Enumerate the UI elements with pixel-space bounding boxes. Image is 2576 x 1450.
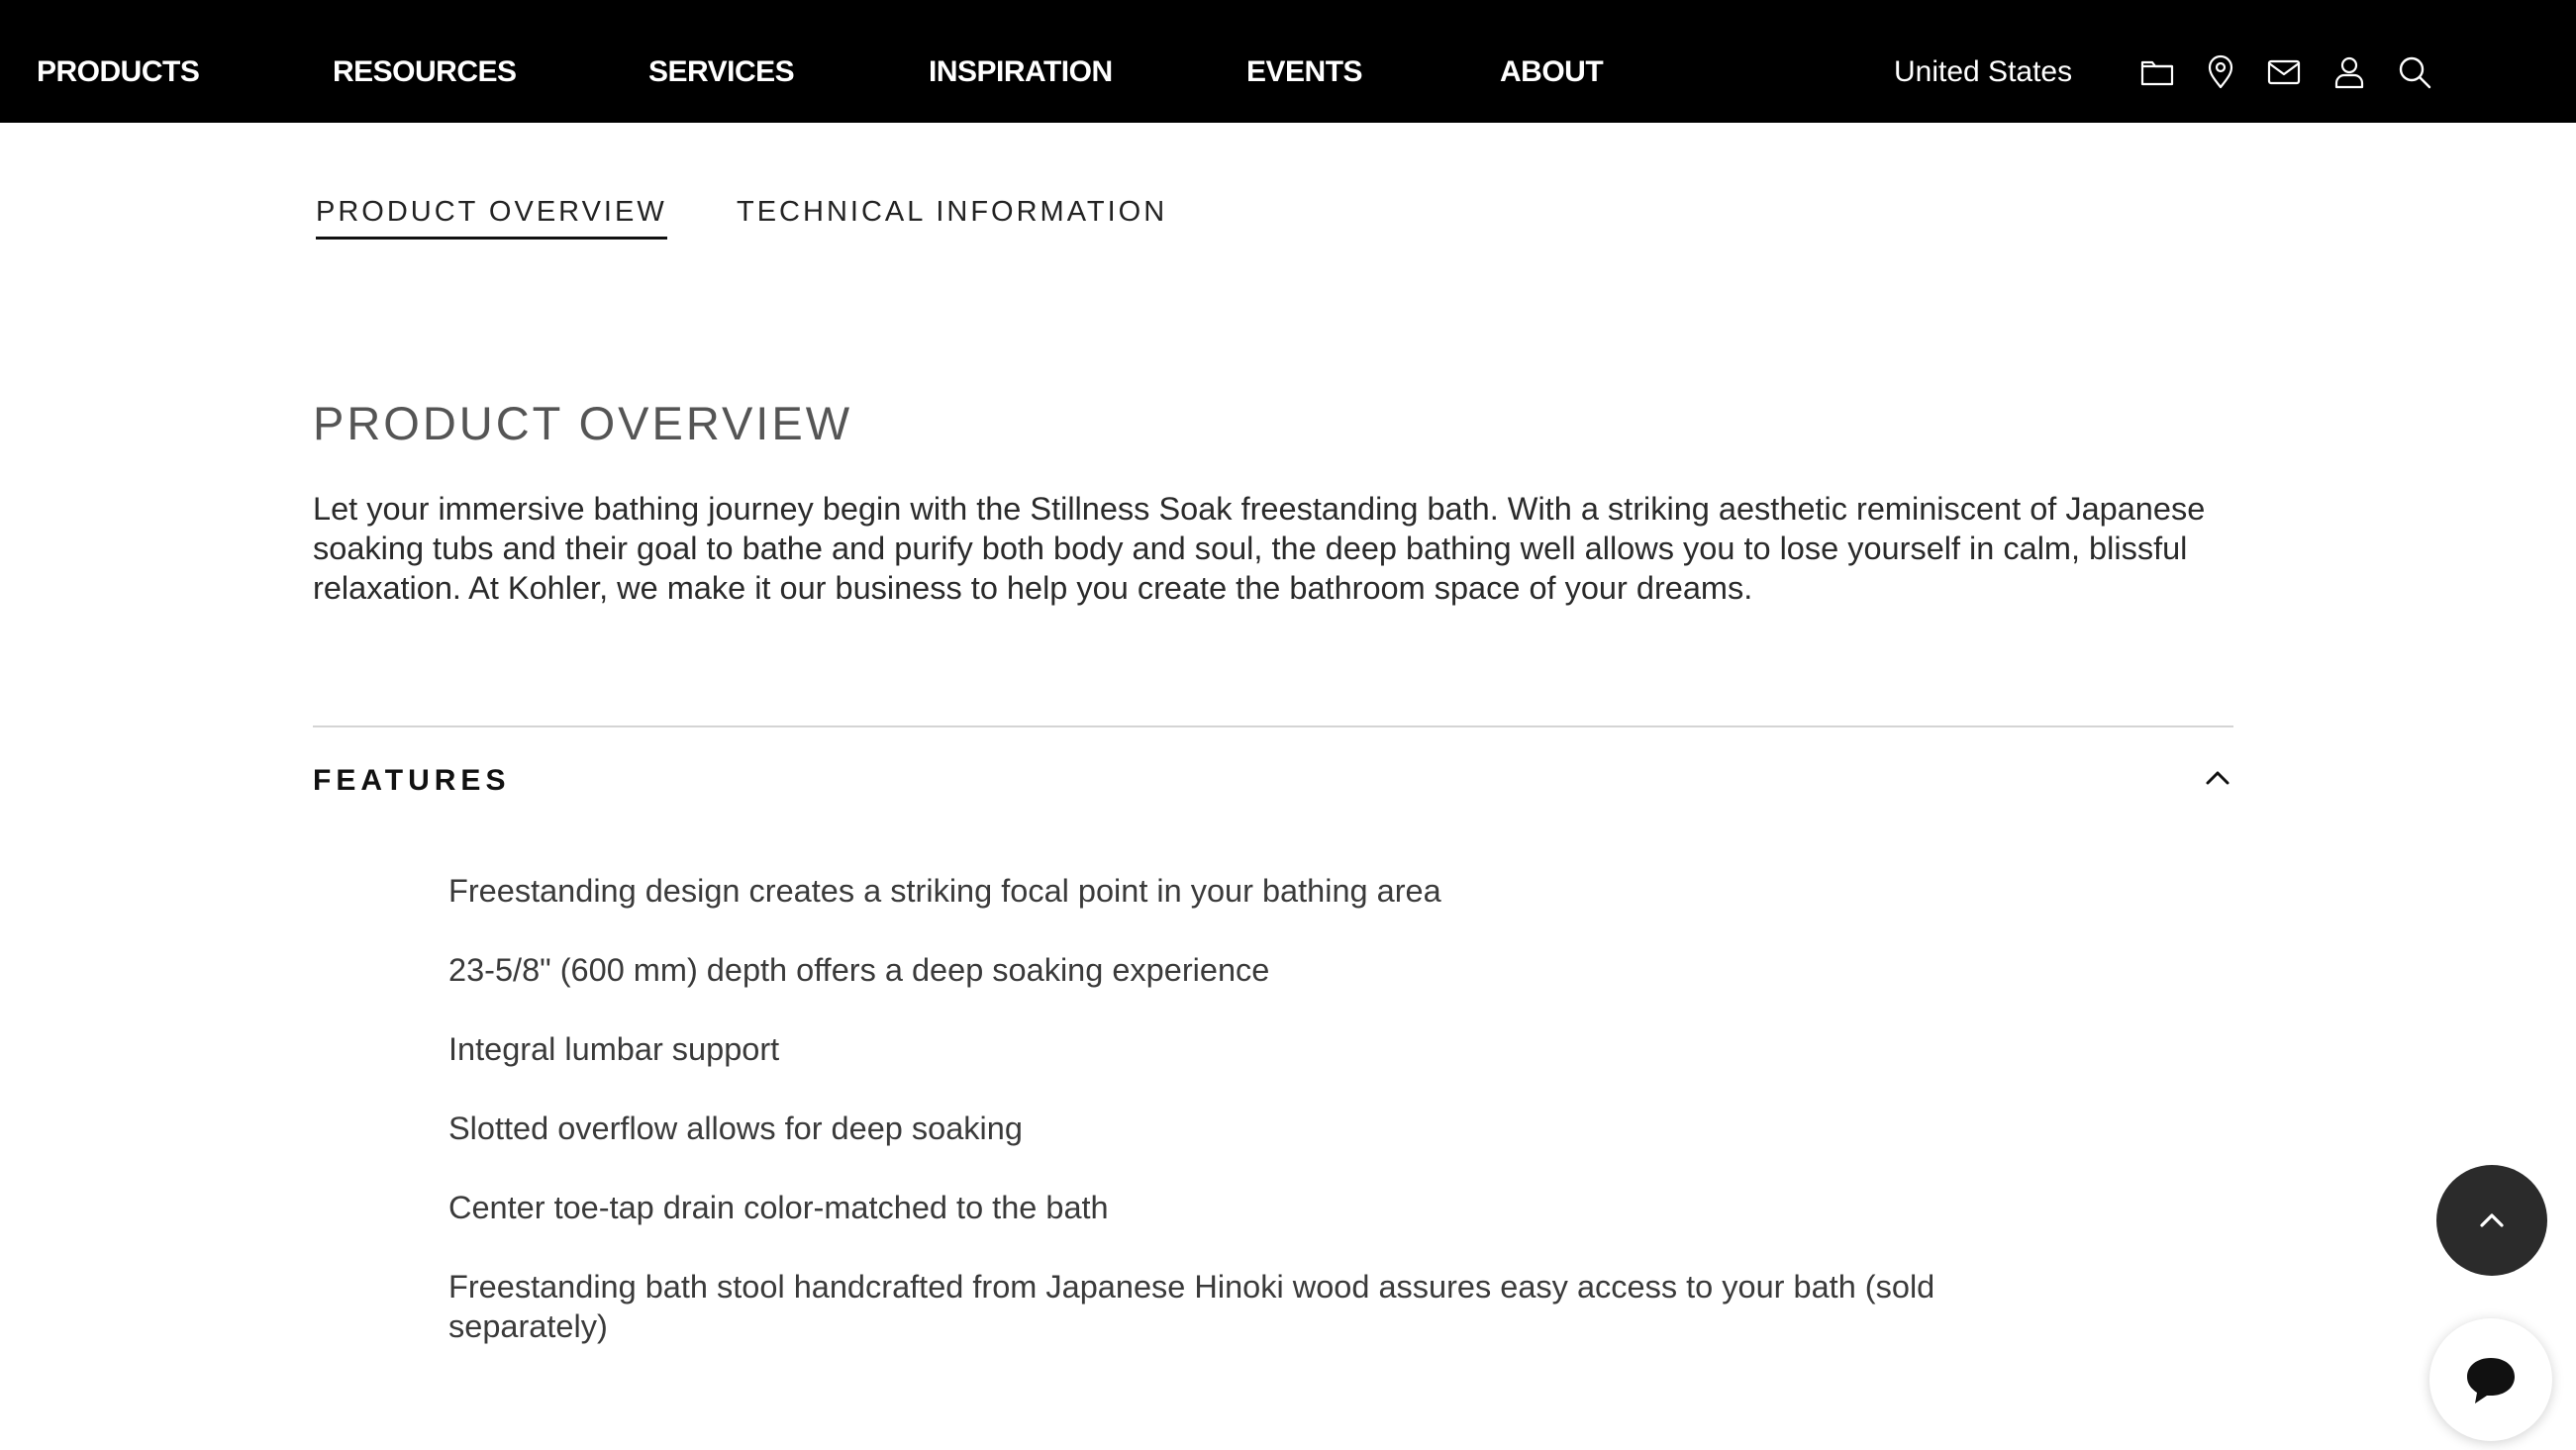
features-accordion-header[interactable]: FEATURES [313, 764, 2233, 804]
top-navigation-bar: PRODUCTS RESOURCES SERVICES INSPIRATION … [0, 0, 2576, 123]
country-selector[interactable]: United States [1894, 0, 2072, 123]
feature-item: Freestanding bath stool handcrafted from… [448, 1269, 1935, 1344]
feature-item: Freestanding design creates a striking f… [448, 873, 1441, 909]
tab-technical-information[interactable]: TECHNICAL INFORMATION [737, 196, 1167, 237]
user-icon[interactable] [2331, 54, 2367, 90]
nav-item-products[interactable]: PRODUCTS [37, 0, 200, 123]
section-title-product-overview: PRODUCT OVERVIEW [313, 397, 853, 449]
chevron-up-icon [2480, 1213, 2504, 1227]
section-divider [313, 725, 2233, 727]
nav-item-about[interactable]: ABOUT [1500, 0, 1604, 123]
features-title: FEATURES [313, 764, 511, 797]
tab-product-overview[interactable]: PRODUCT OVERVIEW [316, 196, 667, 240]
chevron-up-icon[interactable] [2202, 762, 2233, 794]
back-to-top-button[interactable] [2436, 1165, 2547, 1276]
product-overview-text: Let your immersive bathing journey begin… [313, 491, 2206, 606]
nav-item-services[interactable]: SERVICES [648, 0, 795, 123]
feature-item: 23-5/8" (600 mm) depth offers a deep soa… [448, 952, 1270, 988]
feature-item: Integral lumbar support [448, 1031, 780, 1067]
folder-icon[interactable] [2139, 54, 2175, 90]
features-list: Freestanding design creates a striking f… [448, 871, 2052, 1386]
mail-icon[interactable] [2266, 54, 2302, 90]
nav-item-inspiration[interactable]: INSPIRATION [929, 0, 1113, 123]
feature-item: Center toe-tap drain color-matched to th… [448, 1190, 1109, 1225]
chat-bubble-icon [2467, 1358, 2515, 1403]
search-icon[interactable] [2397, 54, 2432, 90]
feature-item: Slotted overflow allows for deep soaking [448, 1111, 1023, 1146]
location-pin-icon[interactable] [2203, 54, 2238, 90]
chat-button[interactable] [2429, 1318, 2552, 1441]
nav-item-resources[interactable]: RESOURCES [333, 0, 517, 123]
nav-item-events[interactable]: EVENTS [1246, 0, 1363, 123]
